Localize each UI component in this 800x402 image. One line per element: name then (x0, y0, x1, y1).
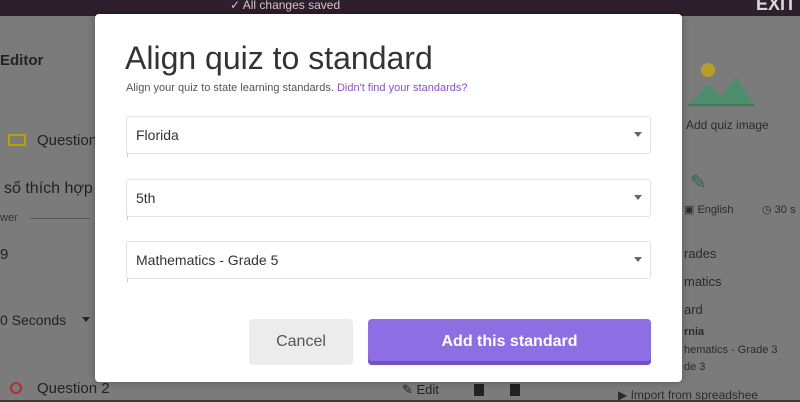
find-standards-link[interactable]: Didn't find your standards? (337, 82, 468, 94)
subject-select[interactable]: Mathematics - Grade 5 (126, 241, 651, 282)
add-standard-button[interactable]: Add this standard (368, 319, 651, 365)
cancel-button[interactable]: Cancel (249, 319, 353, 365)
state-select[interactable]: Florida (126, 116, 651, 157)
select-underline (127, 153, 128, 157)
select-underline (127, 278, 128, 282)
chevron-down-icon (634, 257, 642, 262)
subtitle-text: Align your quiz to state learning standa… (126, 82, 334, 94)
grade-select-value: 5th (136, 190, 156, 206)
grade-select[interactable]: 5th (126, 179, 651, 220)
chevron-down-icon (634, 195, 642, 200)
align-standard-modal: Align quiz to standard Align your quiz t… (95, 14, 682, 382)
modal-title: Align quiz to standard (125, 40, 433, 76)
state-select-value: Florida (136, 127, 179, 143)
chevron-down-icon (634, 132, 642, 137)
modal-subtitle: Align your quiz to state learning standa… (126, 82, 467, 94)
subject-select-value: Mathematics - Grade 5 (136, 252, 279, 268)
select-underline (127, 216, 128, 220)
